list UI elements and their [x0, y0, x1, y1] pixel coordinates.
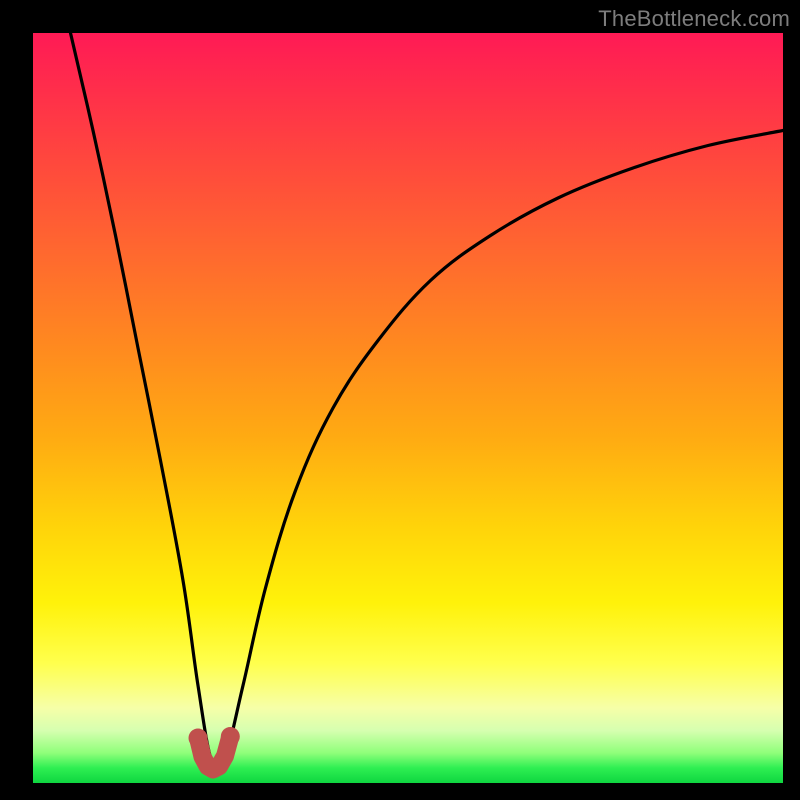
chart-stage: TheBottleneck.com [0, 0, 800, 800]
valley-knot-dot [221, 727, 240, 746]
bottleneck-curve [71, 33, 784, 771]
watermark-text: TheBottleneck.com [598, 6, 790, 32]
curve-svg [33, 33, 783, 783]
valley-knots [189, 727, 240, 770]
plot-area [33, 33, 783, 783]
valley-knot-stroke [198, 737, 230, 770]
valley-knot-dot [189, 729, 208, 748]
